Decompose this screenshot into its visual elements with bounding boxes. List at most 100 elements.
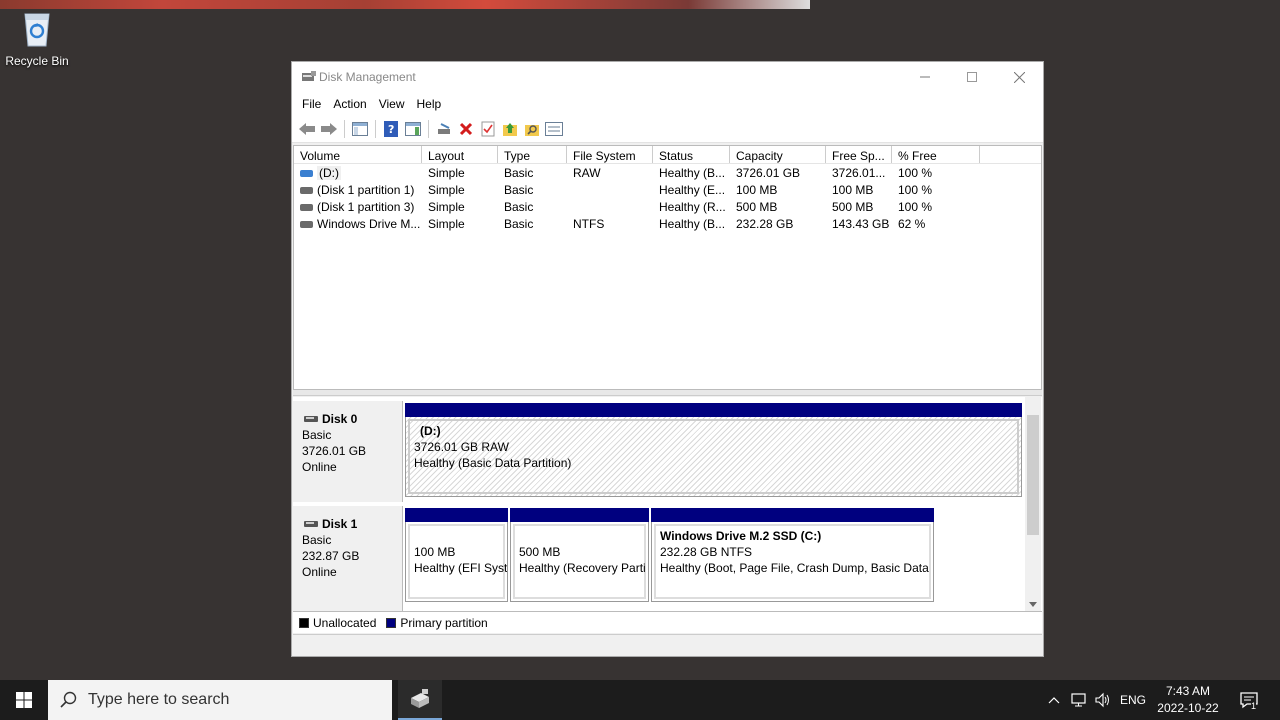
pane-splitter[interactable]: [293, 390, 1042, 396]
volume-status: Healthy (E...: [659, 182, 726, 197]
volume-percent-free: 100 %: [898, 165, 933, 180]
close-button[interactable]: [996, 62, 1042, 92]
volume-status: Healthy (R...: [659, 199, 726, 214]
disk-management-icon: [301, 70, 317, 84]
background-window-strip: [0, 0, 810, 9]
partition-c-status: Healthy (Boot, Page File, Crash Dump, Ba…: [660, 561, 934, 575]
title-bar[interactable]: Disk Management: [292, 62, 1043, 92]
legend-primary-swatch: [386, 617, 397, 628]
taskbar-disk-management[interactable]: [398, 680, 442, 720]
volume-icon: [300, 186, 313, 194]
properties-check-icon: [481, 121, 495, 137]
disk-icon: [304, 416, 318, 422]
volume-percent-free: 62 %: [898, 216, 926, 231]
clock-date: 2022-10-22: [1157, 701, 1219, 715]
arrow-left-icon: [299, 123, 315, 135]
table-row[interactable]: (Disk 1 partition 1) Simple Basic Health…: [294, 181, 1041, 198]
search-placeholder: Type here to search: [88, 691, 230, 708]
column-type[interactable]: Type: [498, 146, 567, 163]
volume-capacity: 3726.01 GB: [736, 165, 801, 180]
menu-view[interactable]: View: [373, 97, 411, 111]
volume-status: Healthy (B...: [659, 216, 726, 231]
volume-layout: Simple: [428, 165, 465, 180]
input-language-button[interactable]: ENG: [1116, 680, 1150, 720]
window-title: Disk Management: [319, 70, 416, 84]
clock-time: 7:43 AM: [1165, 684, 1211, 698]
volume-status: Healthy (B...: [659, 165, 726, 180]
minimize-button[interactable]: [902, 62, 948, 92]
recycle-bin-shortcut[interactable]: Recycle Bin: [4, 8, 70, 68]
chevron-up-icon: [1048, 697, 1060, 704]
volume-percent-free: 100 %: [898, 199, 933, 214]
legend-unallocated-label: Unallocated: [313, 615, 377, 630]
disk-1-label[interactable]: Disk 1 Basic 232.87 GB Online: [293, 506, 403, 611]
disk-1-type: Basic: [302, 533, 332, 547]
move-up-button[interactable]: [499, 118, 521, 140]
show-hide-action-pane-button[interactable]: [402, 118, 424, 140]
column-free-space[interactable]: Free Sp...: [826, 146, 892, 163]
back-button[interactable]: [296, 118, 318, 140]
volume-capacity: 100 MB: [736, 182, 778, 197]
column-status[interactable]: Status: [653, 146, 730, 163]
partition-primary-bar: [405, 403, 1022, 417]
menu-file[interactable]: File: [296, 97, 327, 111]
taskbar-search-box[interactable]: Type here to search: [48, 680, 392, 720]
volume-layout: Simple: [428, 216, 465, 231]
legend-primary-label: Primary partition: [400, 615, 488, 630]
partition-d[interactable]: (D:) 3726.01 GB RAW Healthy (Basic Data …: [405, 403, 1022, 497]
partition-efi-status: Healthy (EFI Syst: [414, 561, 508, 575]
action-pane-icon: [405, 122, 421, 136]
partition-efi[interactable]: 100 MB Healthy (EFI Syst: [405, 508, 508, 602]
table-row[interactable]: (D:) Simple Basic RAW Healthy (B... 3726…: [294, 164, 1041, 181]
disk-view-scrollbar[interactable]: [1025, 397, 1041, 611]
table-row[interactable]: Windows Drive M... Simple Basic NTFS Hea…: [294, 215, 1041, 232]
scrollbar-thumb[interactable]: [1027, 415, 1039, 535]
notification-count: 1: [1251, 701, 1257, 711]
forward-button[interactable]: [318, 118, 340, 140]
delete-x-icon: [459, 122, 473, 136]
taskbar: Type here to search ENG 7:43 AM 2022-10-…: [0, 680, 1280, 720]
column-layout[interactable]: Layout: [422, 146, 498, 163]
menu-action[interactable]: Action: [327, 97, 372, 111]
column-file-system[interactable]: File System: [567, 146, 653, 163]
partition-d-size: 3726.01 GB RAW: [414, 440, 509, 454]
partition-d-title: (D:): [420, 424, 441, 438]
network-button[interactable]: [1068, 680, 1090, 720]
maximize-button[interactable]: [949, 62, 995, 92]
column-capacity[interactable]: Capacity: [730, 146, 826, 163]
connect-virtual-disk-button[interactable]: [433, 118, 455, 140]
scroll-down-icon[interactable]: [1029, 602, 1037, 608]
minimize-icon: [920, 76, 930, 78]
disk-0-state: Online: [302, 460, 337, 474]
show-hide-console-tree-button[interactable]: [349, 118, 371, 140]
table-row[interactable]: (Disk 1 partition 3) Simple Basic Health…: [294, 198, 1041, 215]
volume-percent-free: 100 %: [898, 182, 933, 197]
disk-0-label[interactable]: Disk 0 Basic 3726.01 GB Online: [293, 401, 403, 502]
search-folder-button[interactable]: [521, 118, 543, 140]
menu-help[interactable]: Help: [411, 97, 448, 111]
list-view-button[interactable]: [543, 118, 565, 140]
column-percent-free[interactable]: % Free: [892, 146, 980, 163]
status-bar: [293, 634, 1042, 656]
column-volume[interactable]: Volume: [294, 146, 422, 163]
delete-button[interactable]: [455, 118, 477, 140]
clock[interactable]: 7:43 AM 2022-10-22: [1150, 683, 1226, 717]
partition-primary-bar: [651, 508, 934, 522]
show-hidden-icons-button[interactable]: [1044, 680, 1064, 720]
disk-management-window: Disk Management File Action View Help ?: [291, 61, 1044, 657]
volume-type: Basic: [504, 199, 534, 214]
partition-primary-bar: [510, 508, 649, 522]
legend-unallocated-swatch: [299, 617, 309, 628]
volume-button[interactable]: [1092, 680, 1114, 720]
volume-free-space: 100 MB: [832, 182, 874, 197]
properties-button[interactable]: [477, 118, 499, 140]
volume-icon: [300, 203, 313, 211]
start-button[interactable]: [0, 680, 48, 720]
partition-c[interactable]: Windows Drive M.2 SSD (C:) 232.28 GB NTF…: [651, 508, 934, 602]
volume-type: Basic: [504, 182, 534, 197]
disk-icon: [304, 521, 318, 527]
volume-name: Windows Drive M...: [317, 216, 421, 231]
help-button[interactable]: ?: [380, 118, 402, 140]
action-center-button[interactable]: 1: [1234, 680, 1264, 720]
partition-recovery[interactable]: 500 MB Healthy (Recovery Parti: [510, 508, 649, 602]
